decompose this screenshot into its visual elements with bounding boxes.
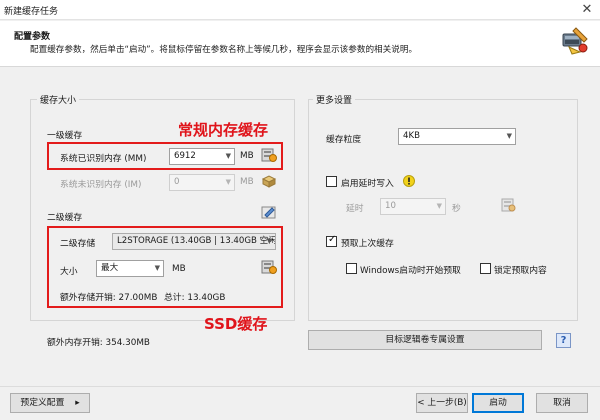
page-title: 配置参数 (14, 32, 51, 42)
granularity-value: 4KB (403, 131, 420, 141)
volume-settings-button[interactable]: 目标逻辑卷专属设置 (308, 330, 542, 350)
windows-prefetch-label: Windows启动时开始预取 (360, 266, 461, 276)
delay-value: 10 (385, 201, 396, 211)
more-settings-caption: 更多设置 (313, 93, 356, 106)
unrecognized-memory-icon[interactable] (261, 173, 277, 189)
preset-config-label: 预定义配置 (20, 398, 65, 408)
recognized-memory-unit: MB (240, 151, 254, 161)
warning-icon (403, 175, 415, 187)
l2-storage-label: 二级存储 (60, 239, 96, 249)
delay-unit: 秒 (452, 204, 461, 214)
defer-write-label: 启用延时写入 (341, 179, 394, 189)
back-button[interactable]: < 上一步(B) (416, 393, 468, 413)
l2-settings-icon[interactable] (261, 204, 277, 220)
lock-prefetch-label: 锁定预取内容 (494, 266, 547, 276)
recognized-memory-label: 系统已识别内存 (MM) (60, 154, 147, 164)
close-icon[interactable]: ✕ (578, 1, 596, 19)
start-button[interactable]: 启动 (472, 393, 524, 413)
ssd-cache-annotation: SSD缓存 (204, 315, 268, 333)
title-bar: 新建缓存任务 ✕ (0, 0, 600, 20)
help-icon[interactable]: ? (556, 333, 571, 348)
chevron-down-icon: ▼ (225, 152, 231, 160)
cancel-button[interactable]: 取消 (536, 393, 588, 413)
memory-settings-icon[interactable] (261, 147, 277, 163)
chevron-down-icon: ▼ (225, 178, 231, 186)
delay-settings-icon[interactable] (500, 197, 516, 213)
level2-caption: 二级缓存 (47, 213, 83, 223)
page-description: 配置缓存参数，然后单击“启动”。将鼠标停留在参数名称上等候几秒，程序会显示该参数… (30, 45, 418, 55)
chevron-down-icon: ▼ (506, 132, 512, 140)
cache-wizard-icon (562, 27, 588, 55)
chevron-down-icon: ▼ (436, 202, 442, 210)
delay-label: 延时 (346, 204, 364, 214)
windows-prefetch-checkbox[interactable] (346, 263, 357, 274)
wizard-header: 配置参数 配置缓存参数，然后单击“启动”。将鼠标停留在参数名称上等候几秒，程序会… (0, 21, 600, 67)
delay-combo[interactable]: 10 ▼ (380, 198, 446, 215)
lock-prefetch-checkbox[interactable] (480, 263, 491, 274)
l2-size-unit: MB (172, 264, 186, 274)
unrecognized-memory-value: 0 (174, 177, 180, 187)
memory-cache-annotation: 常规内存缓存 (178, 121, 269, 139)
prefetch-label: 预取上次缓存 (341, 239, 394, 249)
recognized-memory-combo[interactable]: 6912 ▼ (169, 148, 235, 165)
total-text: 总计: 13.40GB (164, 293, 226, 303)
l2-size-value: 最大 (101, 263, 119, 273)
recognized-memory-value: 6912 (174, 151, 196, 161)
granularity-combo[interactable]: 4KB ▼ (398, 128, 516, 145)
l2-storage-combo[interactable]: L2STORAGE (13.40GB | 13.40GB 空闲) ▼ (112, 233, 276, 250)
cache-size-caption: 缓存大小 (37, 93, 80, 106)
defer-write-checkbox[interactable] (326, 176, 337, 187)
granularity-label: 缓存粒度 (326, 135, 362, 145)
unrecognized-memory-unit: MB (240, 177, 254, 187)
l2-size-label: 大小 (60, 267, 78, 277)
prefetch-checkbox[interactable] (326, 234, 337, 247)
triangle-right-icon: ▸ (75, 398, 80, 408)
chevron-down-icon: ▼ (154, 264, 160, 272)
extra-storage-text: 额外存储开销: 27.00MB (60, 293, 158, 303)
extra-memory-text: 额外内存开销: 354.30MB (47, 338, 150, 348)
window-title: 新建缓存任务 (4, 7, 59, 17)
level1-caption: 一级缓存 (47, 131, 83, 141)
l2-size-settings-icon[interactable] (261, 259, 277, 275)
l2-size-combo[interactable]: 最大 ▼ (96, 260, 164, 277)
l2-storage-value: L2STORAGE (13.40GB | 13.40GB 空闲) (117, 236, 276, 246)
chevron-down-icon: ▼ (266, 237, 272, 245)
unrecognized-memory-combo[interactable]: 0 ▼ (169, 174, 235, 191)
preset-config-button[interactable]: 预定义配置 ▸ (10, 393, 90, 413)
unrecognized-memory-label: 系统未识别内存 (IM) (60, 180, 142, 190)
